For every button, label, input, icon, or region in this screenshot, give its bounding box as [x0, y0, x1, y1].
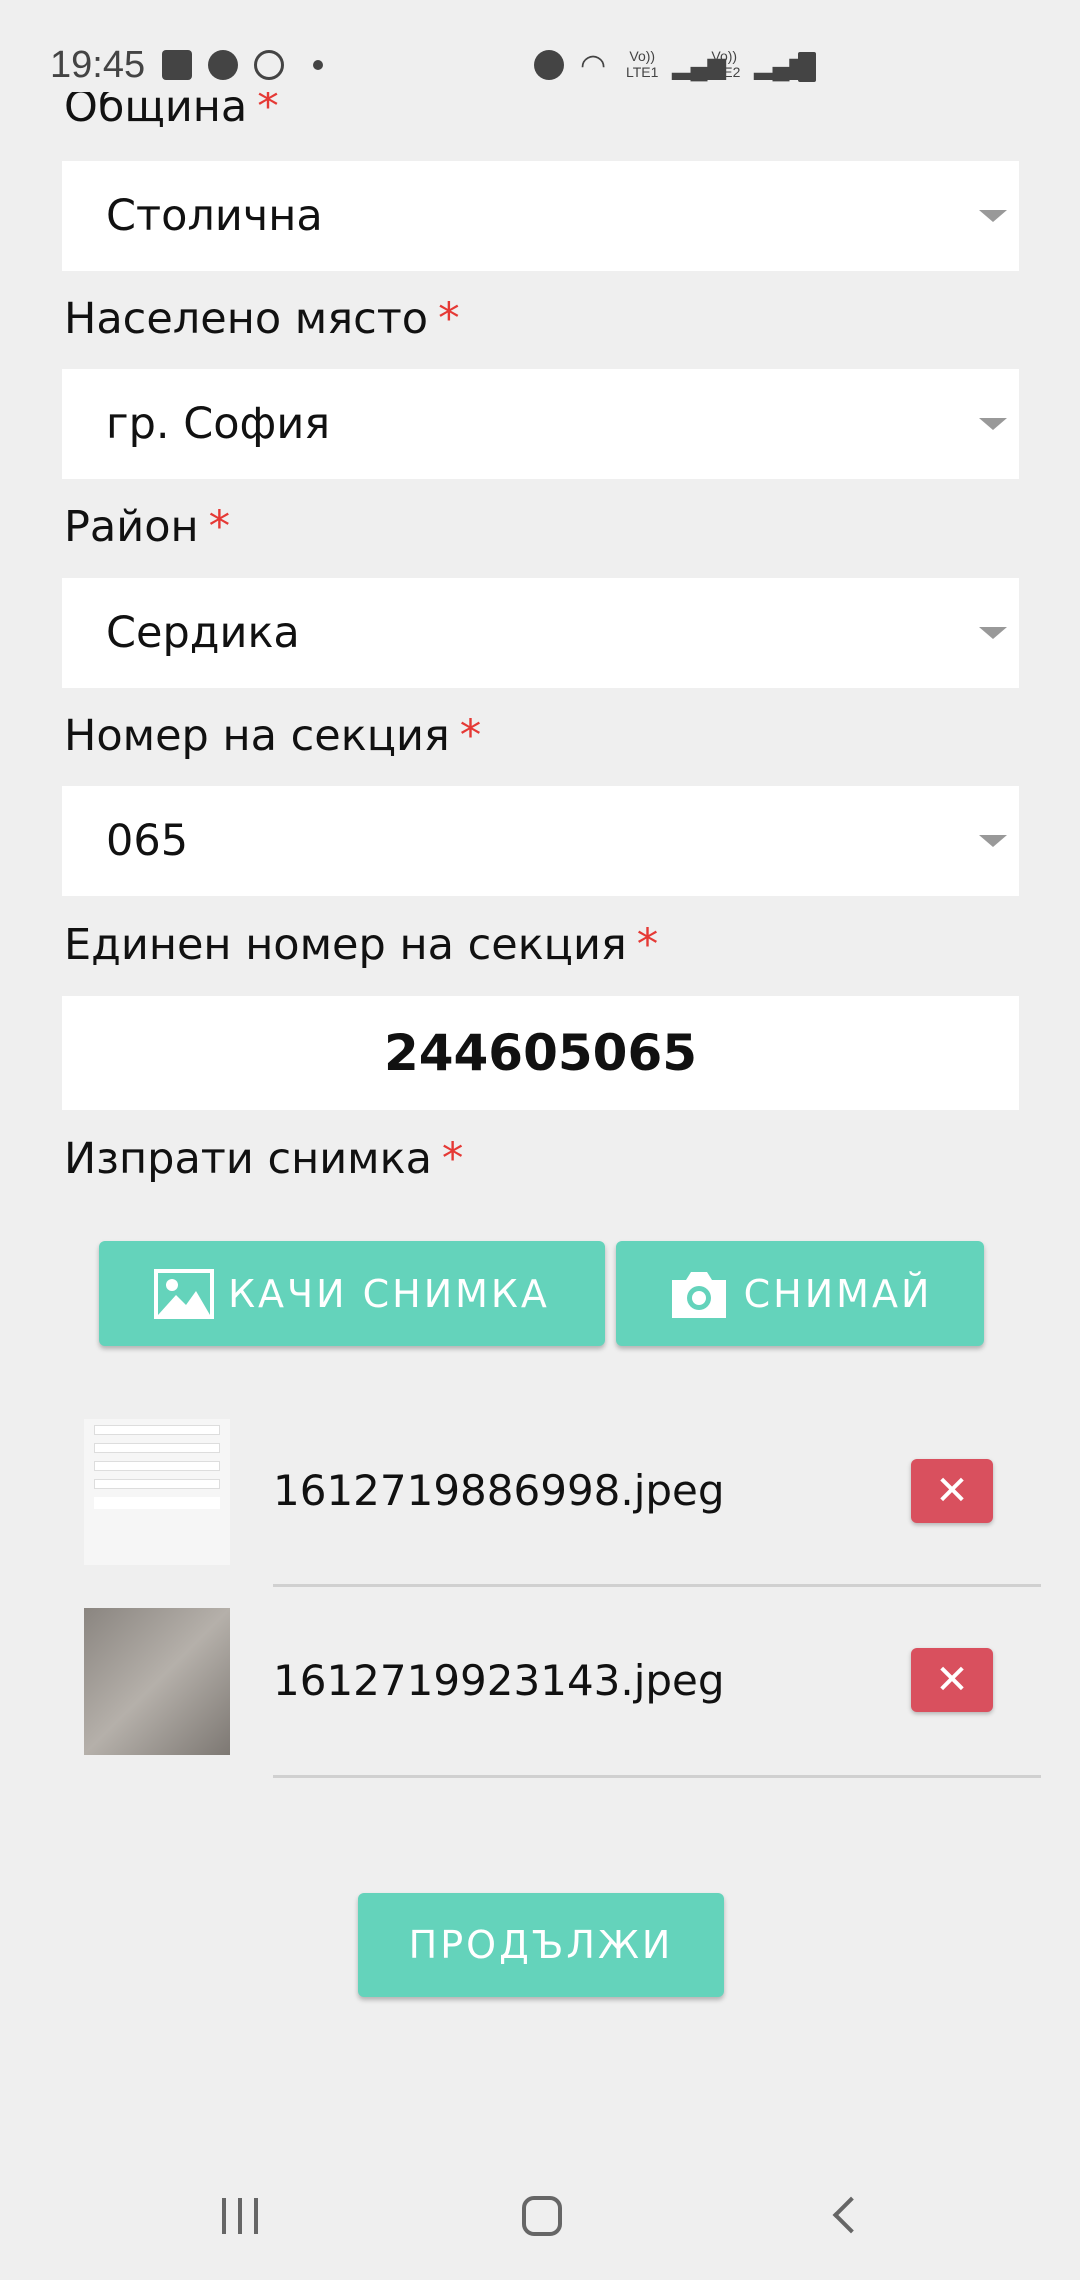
unique-section-field[interactable]: 244605065: [62, 996, 1019, 1110]
label-text: Населено място: [64, 294, 429, 344]
district-select[interactable]: Сердика: [62, 578, 1019, 688]
required-mark: *: [636, 920, 659, 970]
select-value: гр. София: [106, 399, 331, 449]
close-icon: ✕: [935, 1468, 969, 1514]
volte-label: Vo)): [711, 48, 738, 64]
wifi-icon: ◠: [580, 49, 607, 82]
divider: [273, 1775, 1041, 1778]
gallery-notification-icon: [162, 50, 192, 80]
required-mark: *: [438, 294, 460, 344]
label-text: Район: [64, 502, 199, 552]
sim2-indicator: Vo)) LTE2: [708, 48, 740, 80]
button-label: СНИМАЙ: [743, 1271, 933, 1316]
dropdown-arrow-icon: [979, 835, 1007, 847]
lte1-label: LTE1: [626, 64, 659, 80]
delete-file-button[interactable]: ✕: [911, 1648, 993, 1712]
district-label: Район *: [64, 502, 230, 552]
select-value: Столична: [106, 191, 323, 241]
continue-button[interactable]: ПРОДЪЛЖИ: [358, 1893, 724, 1997]
section-select[interactable]: 065: [62, 786, 1019, 896]
lte2-label: LTE2: [708, 64, 741, 80]
label-text: Изпрати снимка: [64, 1134, 432, 1184]
battery-icon: [798, 52, 816, 82]
dropdown-arrow-icon: [979, 418, 1007, 430]
volte-label: Vo)): [629, 48, 656, 64]
required-mark: *: [459, 711, 482, 761]
home-icon[interactable]: [522, 2196, 562, 2236]
sim1-indicator: Vo)) LTE1: [626, 48, 658, 80]
status-time: 19:45: [50, 44, 146, 86]
camera-icon: [671, 1271, 726, 1318]
file-thumbnail-screenshot[interactable]: [84, 1419, 230, 1565]
more-notifications-dot-icon: [313, 60, 323, 70]
label-text: Единен номер на секция: [64, 920, 627, 970]
select-value: Сердика: [106, 608, 300, 658]
viber-notification-icon: [254, 50, 284, 80]
dropdown-arrow-icon: [979, 210, 1007, 222]
section-label: Номер на секция *: [64, 711, 481, 761]
label-text: Номер на секция: [64, 711, 450, 761]
select-value: 065: [106, 816, 189, 866]
delete-file-button[interactable]: ✕: [911, 1459, 993, 1523]
button-label: КАЧИ СНИМКА: [228, 1271, 550, 1316]
file-name: 1612719923143.jpeg: [273, 1656, 725, 1705]
close-icon: ✕: [935, 1657, 969, 1703]
municipality-select[interactable]: Столична: [62, 161, 1019, 271]
back-icon[interactable]: [832, 2196, 870, 2234]
settlement-select[interactable]: гр. София: [62, 369, 1019, 479]
button-label: ПРОДЪЛЖИ: [408, 1923, 674, 1967]
send-photo-label: Изпрати снимка *: [64, 1134, 463, 1184]
unique-section-label: Единен номер на секция *: [64, 920, 658, 970]
upload-photo-button[interactable]: КАЧИ СНИМКА: [99, 1241, 605, 1346]
dropdown-arrow-icon: [979, 627, 1007, 639]
alarm-icon: [534, 50, 564, 80]
navigation-bar: [0, 2150, 1080, 2280]
settlement-label: Населено място *: [64, 294, 460, 344]
file-thumbnail-document-photo[interactable]: [84, 1608, 230, 1755]
file-name: 1612719886998.jpeg: [273, 1466, 725, 1515]
status-bar: 19:45 ◠ Vo)) LTE1 ▂▄▆ Vo)) LTE2 ▂▄▆: [0, 0, 1080, 100]
required-mark: *: [441, 1134, 464, 1184]
premier-league-notification-icon: [208, 50, 238, 80]
divider: [273, 1584, 1041, 1587]
image-icon: [154, 1268, 215, 1319]
take-photo-button[interactable]: СНИМАЙ: [616, 1241, 984, 1346]
recent-apps-icon[interactable]: [222, 2198, 258, 2234]
required-mark: *: [208, 502, 231, 552]
